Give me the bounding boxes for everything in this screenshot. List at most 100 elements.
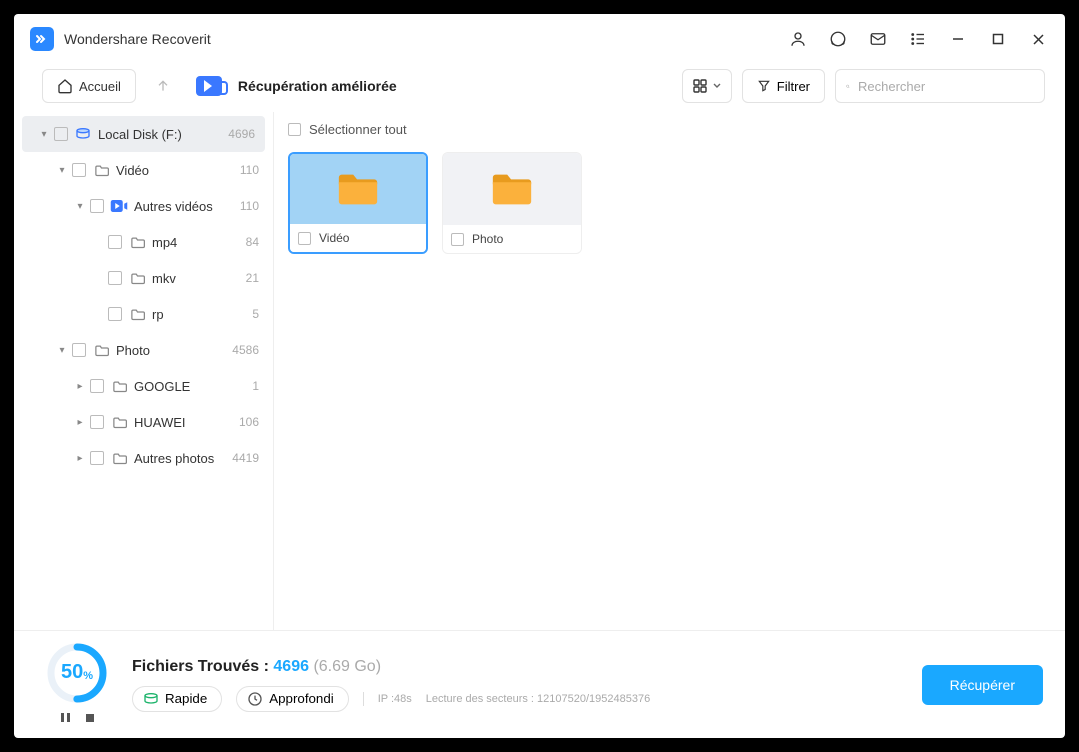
folder-icon <box>128 308 146 321</box>
tree-count: 4419 <box>232 451 259 465</box>
found-count: 4696 <box>273 658 309 675</box>
tree-label: Vidéo <box>116 163 149 178</box>
tree-checkbox[interactable] <box>72 163 86 177</box>
folder-checkbox[interactable] <box>298 232 311 245</box>
found-size: (6.69 Go) <box>313 658 381 675</box>
minimize-icon[interactable] <box>947 28 969 50</box>
tree-count: 5 <box>252 307 259 321</box>
tree-checkbox[interactable] <box>108 271 122 285</box>
tree-item[interactable]: mkv 21 <box>14 260 273 296</box>
tree-item[interactable]: ▸Autres photos4419 <box>14 440 273 476</box>
filter-label: Filtrer <box>777 79 810 94</box>
arrow-up-icon <box>155 78 171 94</box>
caret-icon: ▾ <box>74 201 86 212</box>
tree-checkbox[interactable] <box>108 235 122 249</box>
folder-card[interactable]: Vidéo <box>288 152 428 254</box>
chevron-down-icon <box>713 82 721 90</box>
progress-value: 50 <box>61 661 83 684</box>
tree-count: 21 <box>246 271 259 285</box>
found-label: Fichiers Trouvés : <box>132 658 273 675</box>
scan-mode-fast[interactable]: Rapide <box>132 686 222 712</box>
tree-checkbox[interactable] <box>108 307 122 321</box>
home-label: Accueil <box>79 79 121 94</box>
scan-progress: 50 % <box>46 642 108 704</box>
scan-mode-deep[interactable]: Approfondi <box>236 686 348 712</box>
caret-icon: ▸ <box>74 417 86 428</box>
folder-card[interactable]: Photo <box>442 152 582 254</box>
search-icon <box>846 79 850 94</box>
list-icon[interactable] <box>907 28 929 50</box>
search-input[interactable] <box>858 79 1034 94</box>
folder-icon <box>92 164 110 177</box>
sector-status: Lecture des secteurs : 12107520/19524853… <box>426 693 650 705</box>
clock-icon <box>247 691 263 707</box>
folder-icon <box>128 236 146 249</box>
tree-checkbox[interactable] <box>90 199 104 213</box>
tree-item[interactable]: mp4 84 <box>14 224 273 260</box>
home-icon <box>57 78 73 94</box>
tree-label: mp4 <box>152 235 177 250</box>
folder-name: Vidéo <box>319 231 349 245</box>
tree-checkbox[interactable] <box>90 379 104 393</box>
tree-item[interactable]: ▸GOOGLE1 <box>14 368 273 404</box>
maximize-icon[interactable] <box>987 28 1009 50</box>
app-title: Wondershare Recoverit <box>64 31 211 47</box>
up-button[interactable] <box>146 69 180 103</box>
home-button[interactable]: Accueil <box>42 69 136 103</box>
grid-icon <box>693 79 707 93</box>
view-mode-button[interactable] <box>682 69 732 103</box>
recover-button[interactable]: Récupérer <box>922 665 1043 705</box>
ip-status: IP :48s <box>378 693 412 705</box>
tree-item[interactable]: ▾ Photo 4586 <box>14 332 273 368</box>
stop-button[interactable] <box>85 710 95 728</box>
account-icon[interactable] <box>787 28 809 50</box>
tree-item[interactable]: ▾Local Disk (F:)4696 <box>22 116 265 152</box>
tree-count: 110 <box>240 199 259 213</box>
files-found-row: Fichiers Trouvés : 4696 (6.69 Go) <box>132 658 922 676</box>
tree-checkbox[interactable] <box>90 415 104 429</box>
folder-checkbox[interactable] <box>451 233 464 246</box>
folder-icon <box>128 272 146 285</box>
tree-label: Local Disk (F:) <box>98 127 182 142</box>
folder-icon <box>110 416 128 429</box>
search-box[interactable] <box>835 69 1045 103</box>
folder-icon <box>290 154 426 224</box>
caret-icon: ▾ <box>38 129 50 140</box>
tree-label: Photo <box>116 343 150 358</box>
tree-checkbox[interactable] <box>72 343 86 357</box>
mail-icon[interactable] <box>867 28 889 50</box>
support-icon[interactable] <box>827 28 849 50</box>
tree-item[interactable]: ▸HUAWEI106 <box>14 404 273 440</box>
caret-icon: ▾ <box>56 165 68 176</box>
tree-count: 84 <box>246 235 259 249</box>
file-tree: ▾Local Disk (F:)4696▾Vidéo110▾Autres vid… <box>14 112 274 630</box>
tree-label: GOOGLE <box>134 379 190 394</box>
folder-icon <box>110 380 128 393</box>
page-title: Récupération améliorée <box>238 78 397 94</box>
tree-count: 110 <box>240 163 259 177</box>
tree-item[interactable]: ▾Autres vidéos110 <box>14 188 273 224</box>
deep-label: Approfondi <box>269 691 333 706</box>
tree-label: rp <box>152 307 164 322</box>
tree-count: 1 <box>252 379 259 393</box>
tree-count: 4586 <box>232 343 259 357</box>
tree-label: HUAWEI <box>134 415 186 430</box>
tree-checkbox[interactable] <box>54 127 68 141</box>
filter-button[interactable]: Filtrer <box>742 69 825 103</box>
disk-icon <box>74 128 92 140</box>
tree-checkbox[interactable] <box>90 451 104 465</box>
pause-button[interactable] <box>60 710 71 728</box>
tree-label: mkv <box>152 271 176 286</box>
folder-name: Photo <box>472 232 503 246</box>
tree-label: Autres photos <box>134 451 214 466</box>
app-logo <box>30 27 54 51</box>
tree-item[interactable]: rp 5 <box>14 296 273 332</box>
close-icon[interactable] <box>1027 28 1049 50</box>
select-all-checkbox[interactable] <box>288 123 301 136</box>
disk-fast-icon <box>143 693 159 705</box>
folder-icon <box>443 153 581 225</box>
folder-icon <box>110 452 128 465</box>
fast-label: Rapide <box>165 691 207 706</box>
caret-icon: ▾ <box>56 345 68 356</box>
tree-item[interactable]: ▾ Vidéo 110 <box>14 152 273 188</box>
